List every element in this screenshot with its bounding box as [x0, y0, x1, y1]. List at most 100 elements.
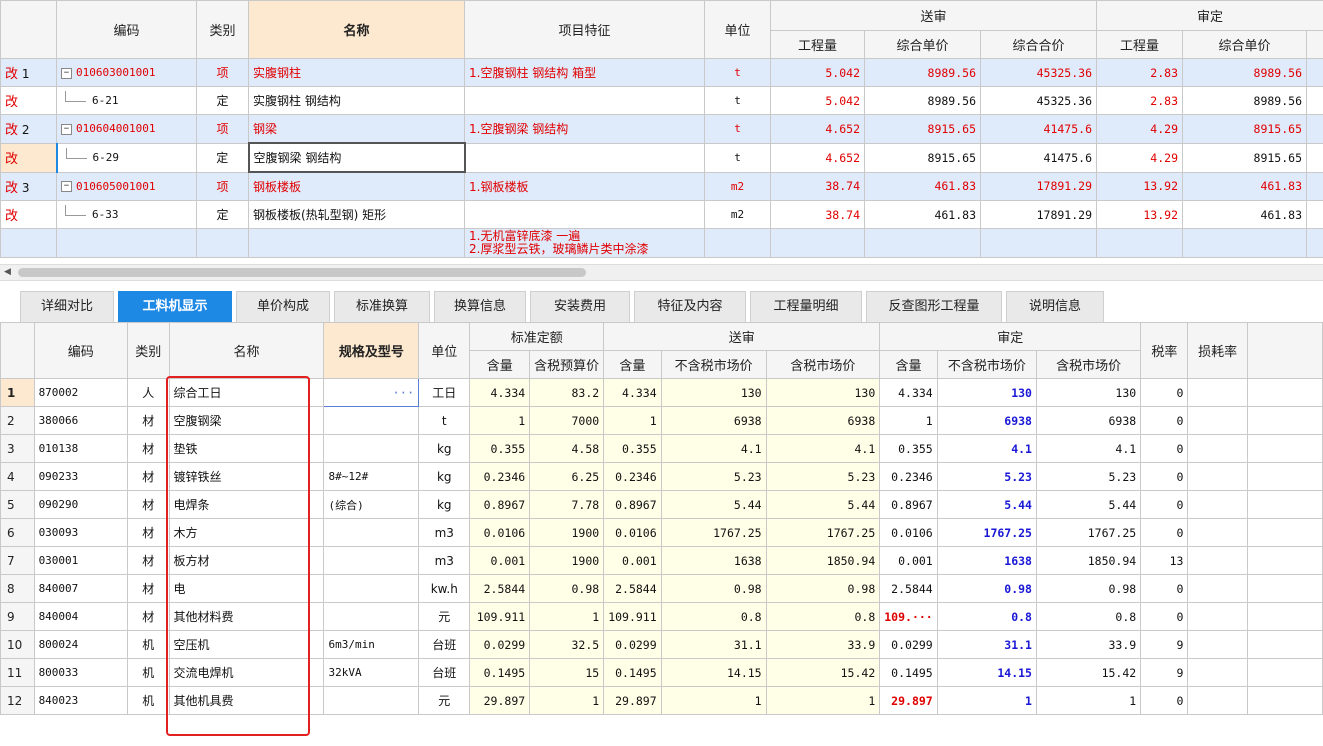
item-approved-qty[interactable]: 4.29 [1096, 114, 1183, 144]
cell-std-qty[interactable]: 2.5844 [469, 574, 531, 603]
cell-spec[interactable] [323, 518, 420, 547]
cell-name[interactable]: 木方 [168, 518, 325, 547]
tab-detail-compare[interactable]: 详细对比 [20, 291, 114, 322]
item-approved-qty[interactable]: 13.92 [1096, 171, 1183, 201]
scrollbar-thumb[interactable] [18, 268, 586, 277]
cell-a-qty[interactable]: 29.897 [879, 686, 938, 715]
cell-a-qty[interactable]: 0.0106 [879, 518, 938, 547]
item-qty[interactable]: 5.042 [770, 86, 865, 115]
header-approved-unit-price[interactable]: 综合单价 [1182, 30, 1307, 59]
item-qty[interactable]: 38.74 [770, 200, 865, 229]
cell-name[interactable]: 其他机具费 [168, 686, 325, 715]
cell-spec[interactable] [323, 546, 420, 575]
item-qty[interactable]: 5.042 [770, 58, 865, 87]
cell-s-incl[interactable]: 15.42 [765, 658, 881, 687]
cell-a-excl[interactable]: 14.15 [936, 658, 1037, 687]
bill-row-current[interactable]: 改 6-29 定 空腹钢梁 钢结构 t 4.652 8915.65 41475.… [0, 142, 1323, 173]
cell-spec[interactable]: 6m3/min [323, 630, 420, 659]
item-feature[interactable] [464, 142, 705, 173]
cell-s-incl[interactable]: 0.98 [765, 574, 881, 603]
cell-spec[interactable]: (综合) [323, 490, 420, 519]
cell-s-qty[interactable]: 0.8967 [603, 490, 662, 519]
cell-a-excl[interactable]: 1767.25 [936, 518, 1037, 547]
header-tax-rate[interactable]: 税率 [1140, 322, 1189, 379]
item-name[interactable]: 实腹钢柱 钢结构 [248, 86, 465, 115]
cell-name[interactable]: 电焊条 [168, 490, 325, 519]
cell-std-price[interactable]: 6.25 [529, 462, 605, 491]
cell-s-incl[interactable]: 6938 [765, 406, 881, 435]
header-submit-qty[interactable]: 含量 [603, 350, 662, 379]
resource-row[interactable]: 3 010138 材垫铁 kg 0.355 4.58 0.355 4.1 4.1 0.355 4.1… [0, 434, 1323, 463]
item-feature[interactable] [464, 200, 705, 229]
cell-s-excl[interactable]: 5.23 [660, 462, 767, 491]
cell-a-excl[interactable]: 1638 [936, 546, 1037, 575]
cell-std-price[interactable]: 7.78 [529, 490, 605, 519]
cell-std-price[interactable]: 32.5 [529, 630, 605, 659]
cell-loss-rate[interactable] [1187, 406, 1248, 435]
cell-a-qty[interactable]: 0.355 [879, 434, 938, 463]
header-approve-incl[interactable]: 含税市场价 [1035, 350, 1142, 379]
item-name[interactable]: 实腹钢柱 [248, 58, 465, 87]
more-icon[interactable]: ··· [393, 386, 415, 400]
item-approved-qty[interactable]: 2.83 [1096, 58, 1183, 87]
tab-unit-price-composition[interactable]: 单价构成 [236, 291, 330, 322]
cell-s-qty[interactable]: 29.897 [603, 686, 662, 715]
cell-loss-rate[interactable] [1187, 574, 1248, 603]
cell-tax[interactable]: 0 [1140, 406, 1189, 435]
cell-s-qty[interactable]: 0.1495 [603, 658, 662, 687]
item-qty[interactable]: 4.652 [770, 114, 865, 144]
resource-row[interactable]: 4 090233 材镀锌铁丝 8#~12# kg 0.2346 6.25 0.2346 5.23… [0, 462, 1323, 491]
cell-s-incl[interactable]: 1 [765, 686, 881, 715]
cell-name[interactable]: 空腹钢梁 [168, 406, 325, 435]
cell-a-incl[interactable]: 5.44 [1035, 490, 1142, 519]
scroll-left-icon[interactable]: ◀ [4, 267, 11, 277]
header-feature[interactable]: 项目特征 [464, 0, 705, 59]
cell-a-incl[interactable]: 1 [1035, 686, 1142, 715]
cell-a-excl[interactable]: 0.8 [936, 602, 1037, 631]
cell-spec[interactable]: 8#~12# [323, 462, 420, 491]
tab-reverse-graphic-quantity[interactable]: 反查图形工程量 [866, 291, 1002, 322]
header-total[interactable]: 综合合价 [980, 30, 1097, 59]
tab-features-content[interactable]: 特征及内容 [634, 291, 746, 322]
item-approved-qty[interactable]: 13.92 [1096, 200, 1183, 229]
header-type[interactable]: 类别 [126, 322, 170, 379]
cell-tax[interactable]: 9 [1140, 658, 1189, 687]
collapse-icon[interactable]: − [61, 67, 72, 79]
header-approve-qty[interactable]: 含量 [879, 350, 938, 379]
cell-std-qty[interactable]: 0.0299 [469, 630, 531, 659]
cell-std-price[interactable]: 83.2 [529, 378, 605, 407]
bill-row[interactable]: 改 6-21 定 实腹钢柱 钢结构 t 5.042 8989.56 45325.… [0, 86, 1323, 115]
cell-s-qty[interactable]: 2.5844 [603, 574, 662, 603]
cell-s-excl[interactable]: 4.1 [660, 434, 767, 463]
cell-loss-rate[interactable] [1187, 658, 1248, 687]
bill-row[interactable]: 改 1 −010603001001 项 实腹钢柱 1.空腹钢柱 钢结构 箱型 t… [0, 58, 1323, 87]
cell-tax[interactable]: 9 [1140, 630, 1189, 659]
cell-s-incl[interactable]: 1767.25 [765, 518, 881, 547]
header-submit-incl[interactable]: 含税市场价 [765, 350, 881, 379]
header-unit-price[interactable]: 综合单价 [864, 30, 981, 59]
cell-loss-rate[interactable] [1187, 490, 1248, 519]
cell-a-qty[interactable]: 0.001 [879, 546, 938, 575]
cell-a-incl[interactable]: 5.23 [1035, 462, 1142, 491]
cell-std-qty[interactable]: 0.1495 [469, 658, 531, 687]
cell-tax[interactable]: 0 [1140, 574, 1189, 603]
cell-tax[interactable]: 0 [1140, 462, 1189, 491]
cell-loss-rate[interactable] [1187, 630, 1248, 659]
item-name-editing[interactable]: 空腹钢梁 钢结构 [247, 142, 466, 173]
header-submit-excl[interactable]: 不含税市场价 [660, 350, 767, 379]
cell-a-incl[interactable]: 15.42 [1035, 658, 1142, 687]
resource-row[interactable]: 8 840007 材电 kw.h 2.5844 0.98 2.5844 0.98 0.98 2.5… [0, 574, 1323, 603]
cell-a-excl[interactable]: 5.44 [936, 490, 1037, 519]
cell-a-qty[interactable]: 0.2346 [879, 462, 938, 491]
header-loss-rate[interactable]: 损耗率 [1187, 322, 1248, 379]
header-unit[interactable]: 单位 [418, 322, 471, 379]
cell-a-qty[interactable]: 2.5844 [879, 574, 938, 603]
cell-std-qty[interactable]: 4.334 [469, 378, 531, 407]
cell-a-qty[interactable]: 109.··· [879, 602, 938, 631]
cell-a-excl[interactable]: 6938 [936, 406, 1037, 435]
cell-name[interactable]: 综合工日 [168, 378, 325, 407]
cell-spec[interactable] [323, 434, 420, 463]
cell-loss-rate[interactable] [1187, 434, 1248, 463]
cell-s-incl[interactable]: 33.9 [765, 630, 881, 659]
cell-a-incl[interactable]: 6938 [1035, 406, 1142, 435]
